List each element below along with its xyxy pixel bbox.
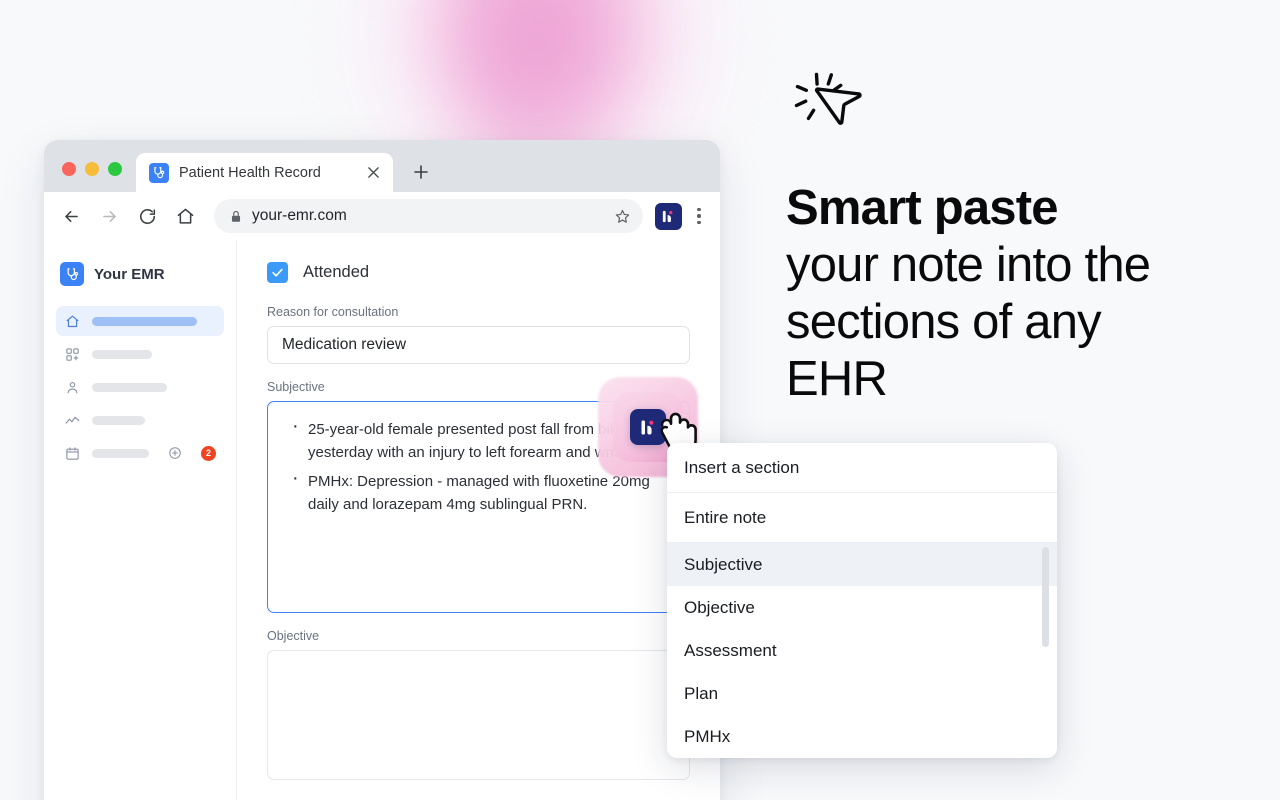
menu-item-label: PMHx [684, 726, 731, 746]
sidebar-item-apps[interactable] [56, 339, 224, 369]
menu-scrollbar[interactable] [1042, 547, 1049, 727]
menu-item-label: Entire note [684, 507, 767, 527]
sidebar-item-home[interactable] [56, 306, 224, 336]
headline-rest: your note into the sections of any EHR [786, 238, 1151, 406]
headline-bold: Smart paste [786, 181, 1059, 235]
attended-row[interactable]: Attended [267, 262, 690, 283]
click-cursor-icon [786, 58, 878, 150]
back-button[interactable] [52, 197, 90, 235]
menu-header-label: Insert a section [684, 457, 800, 477]
sidebar-item-reports[interactable] [56, 405, 224, 435]
browser-toolbar: your-emr.com [44, 192, 720, 240]
browser-tab[interactable]: Patient Health Record [136, 153, 393, 192]
menu-section-list: Subjective Objective Assessment Plan PMH… [667, 543, 1057, 758]
menu-item-subjective[interactable]: Subjective [667, 543, 1057, 586]
close-window-button[interactable] [62, 162, 76, 176]
sidebar-item-label-placeholder [92, 316, 197, 326]
reason-input-value: Medication review [282, 336, 407, 353]
heidi-extension-icon[interactable] [655, 202, 682, 230]
consultation-form: Attended Reason for consultation Medicat… [237, 240, 720, 800]
attended-checkbox[interactable] [267, 262, 288, 283]
sidebar-item-label-placeholder [92, 349, 152, 359]
menu-header: Insert a section [667, 443, 1057, 493]
notification-badge: 2 [201, 445, 216, 461]
sidebar-brand: Your EMR [56, 258, 224, 286]
menu-item-pmhx[interactable]: PMHx [667, 715, 1057, 758]
home-icon [64, 313, 80, 329]
page-title: Smart paste your note into the sections … [786, 180, 1206, 408]
attended-label: Attended [303, 263, 370, 281]
stethoscope-icon [149, 162, 169, 183]
chart-line-icon [64, 412, 80, 428]
add-circle-icon[interactable] [167, 445, 183, 461]
reload-button[interactable] [128, 197, 166, 235]
window-controls [44, 162, 136, 192]
stethoscope-icon [60, 262, 84, 286]
grid-plus-icon [64, 346, 80, 362]
lock-icon [230, 210, 242, 223]
emr-page: Your EMR 2 Attended Reason for consultat… [44, 240, 720, 800]
menu-item-label: Plan [684, 683, 719, 703]
maximize-window-button[interactable] [108, 162, 122, 176]
address-bar[interactable]: your-emr.com [214, 199, 643, 233]
minimize-window-button[interactable] [85, 162, 99, 176]
bookmark-star-icon[interactable] [614, 208, 631, 225]
forward-button[interactable] [90, 197, 128, 235]
url-text: your-emr.com [252, 207, 347, 224]
close-tab-icon[interactable] [365, 165, 381, 181]
menu-item-label: Objective [684, 597, 755, 617]
menu-item-entire-note[interactable]: Entire note [667, 493, 1057, 543]
browser-menu-icon[interactable] [688, 204, 710, 228]
sidebar-item-label-placeholder [92, 382, 167, 392]
menu-item-objective[interactable]: Objective [667, 586, 1057, 629]
page-root: Patient Health Record your-emr.com Your … [0, 0, 1280, 800]
sidebar-item-label-placeholder [92, 415, 145, 425]
home-button[interactable] [166, 197, 204, 235]
calendar-icon [64, 445, 80, 461]
sidebar-item-label-placeholder [92, 448, 149, 458]
objective-textarea[interactable] [267, 650, 690, 780]
reason-input[interactable]: Medication review [267, 326, 690, 364]
new-tab-button[interactable] [407, 158, 435, 186]
sidebar-brand-label: Your EMR [94, 265, 165, 283]
reason-field-label: Reason for consultation [267, 305, 399, 319]
emr-sidebar: Your EMR 2 [44, 240, 237, 800]
insert-section-menu: Insert a section Entire note Subjective … [667, 443, 1057, 758]
menu-item-assessment[interactable]: Assessment [667, 629, 1057, 672]
sidebar-item-calendar[interactable]: 2 [56, 438, 224, 468]
tab-title: Patient Health Record [179, 164, 321, 181]
menu-scrollbar-thumb[interactable] [1042, 547, 1049, 647]
marketing-panel: Smart paste your note into the sections … [786, 58, 1206, 408]
menu-item-label: Assessment [684, 640, 777, 660]
objective-field-label: Objective [267, 629, 320, 643]
sidebar-item-patients[interactable] [56, 372, 224, 402]
menu-item-plan[interactable]: Plan [667, 672, 1057, 715]
person-icon [64, 379, 80, 395]
menu-item-label: Subjective [684, 554, 763, 574]
browser-titlebar: Patient Health Record [44, 140, 720, 192]
